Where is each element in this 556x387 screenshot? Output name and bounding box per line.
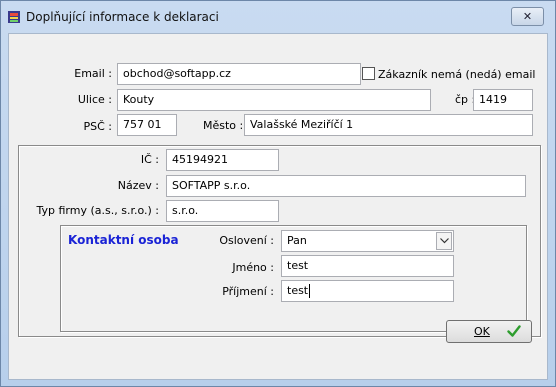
email-field[interactable]: obchod@softapp.cz	[117, 63, 361, 85]
window-title: Doplňující informace k deklaraci	[26, 10, 219, 24]
chevron-down-icon	[439, 238, 449, 244]
text-caret	[309, 284, 310, 298]
dropdown-button[interactable]	[436, 232, 452, 250]
company-name-label: Název :	[117, 179, 159, 192]
zip-field[interactable]: 757 01	[117, 114, 177, 136]
zip-label: PSČ :	[83, 120, 113, 133]
last-name-value: test	[287, 284, 309, 297]
close-icon: ✕	[522, 10, 533, 23]
first-name-field[interactable]: test	[281, 255, 454, 277]
house-number-field[interactable]: 1419	[473, 89, 533, 111]
last-name-field[interactable]: test	[281, 280, 454, 302]
app-icon	[8, 11, 20, 23]
no-email-label: Zákazník nemá (nedá) email	[378, 68, 536, 81]
no-email-checkbox[interactable]	[362, 67, 375, 80]
email-label: Email :	[74, 67, 112, 80]
contact-group-title: Kontaktní osoba	[68, 233, 179, 247]
salutation-value: Pan	[287, 234, 307, 247]
ok-button[interactable]: OK	[446, 320, 532, 343]
company-type-label: Typ firmy (a.s., s.r.o.) :	[36, 204, 160, 217]
city-label: Město :	[203, 119, 244, 132]
company-name-field[interactable]: SOFTAPP s.r.o.	[166, 175, 526, 197]
first-name-label: Jméno :	[232, 261, 274, 274]
salutation-label: Oslovení :	[219, 234, 274, 247]
close-button[interactable]: ✕	[511, 7, 544, 26]
street-label: Ulice :	[77, 93, 112, 106]
city-field[interactable]: Valašské Meziříčí 1	[244, 114, 533, 136]
title-bar: Doplňující informace k deklaraci ✕	[1, 1, 555, 33]
ic-field[interactable]: 45194921	[166, 149, 279, 171]
ok-button-label: OK	[474, 325, 490, 338]
ic-label: IČ :	[140, 153, 159, 166]
salutation-select[interactable]: Pan	[281, 230, 454, 252]
checkmark-icon	[507, 325, 521, 337]
company-type-field[interactable]: s.r.o.	[166, 200, 279, 222]
last-name-label: Příjmení :	[222, 285, 274, 298]
street-field[interactable]: Kouty	[117, 89, 431, 111]
dialog-window: Doplňující informace k deklaraci ✕ Email…	[0, 0, 556, 387]
